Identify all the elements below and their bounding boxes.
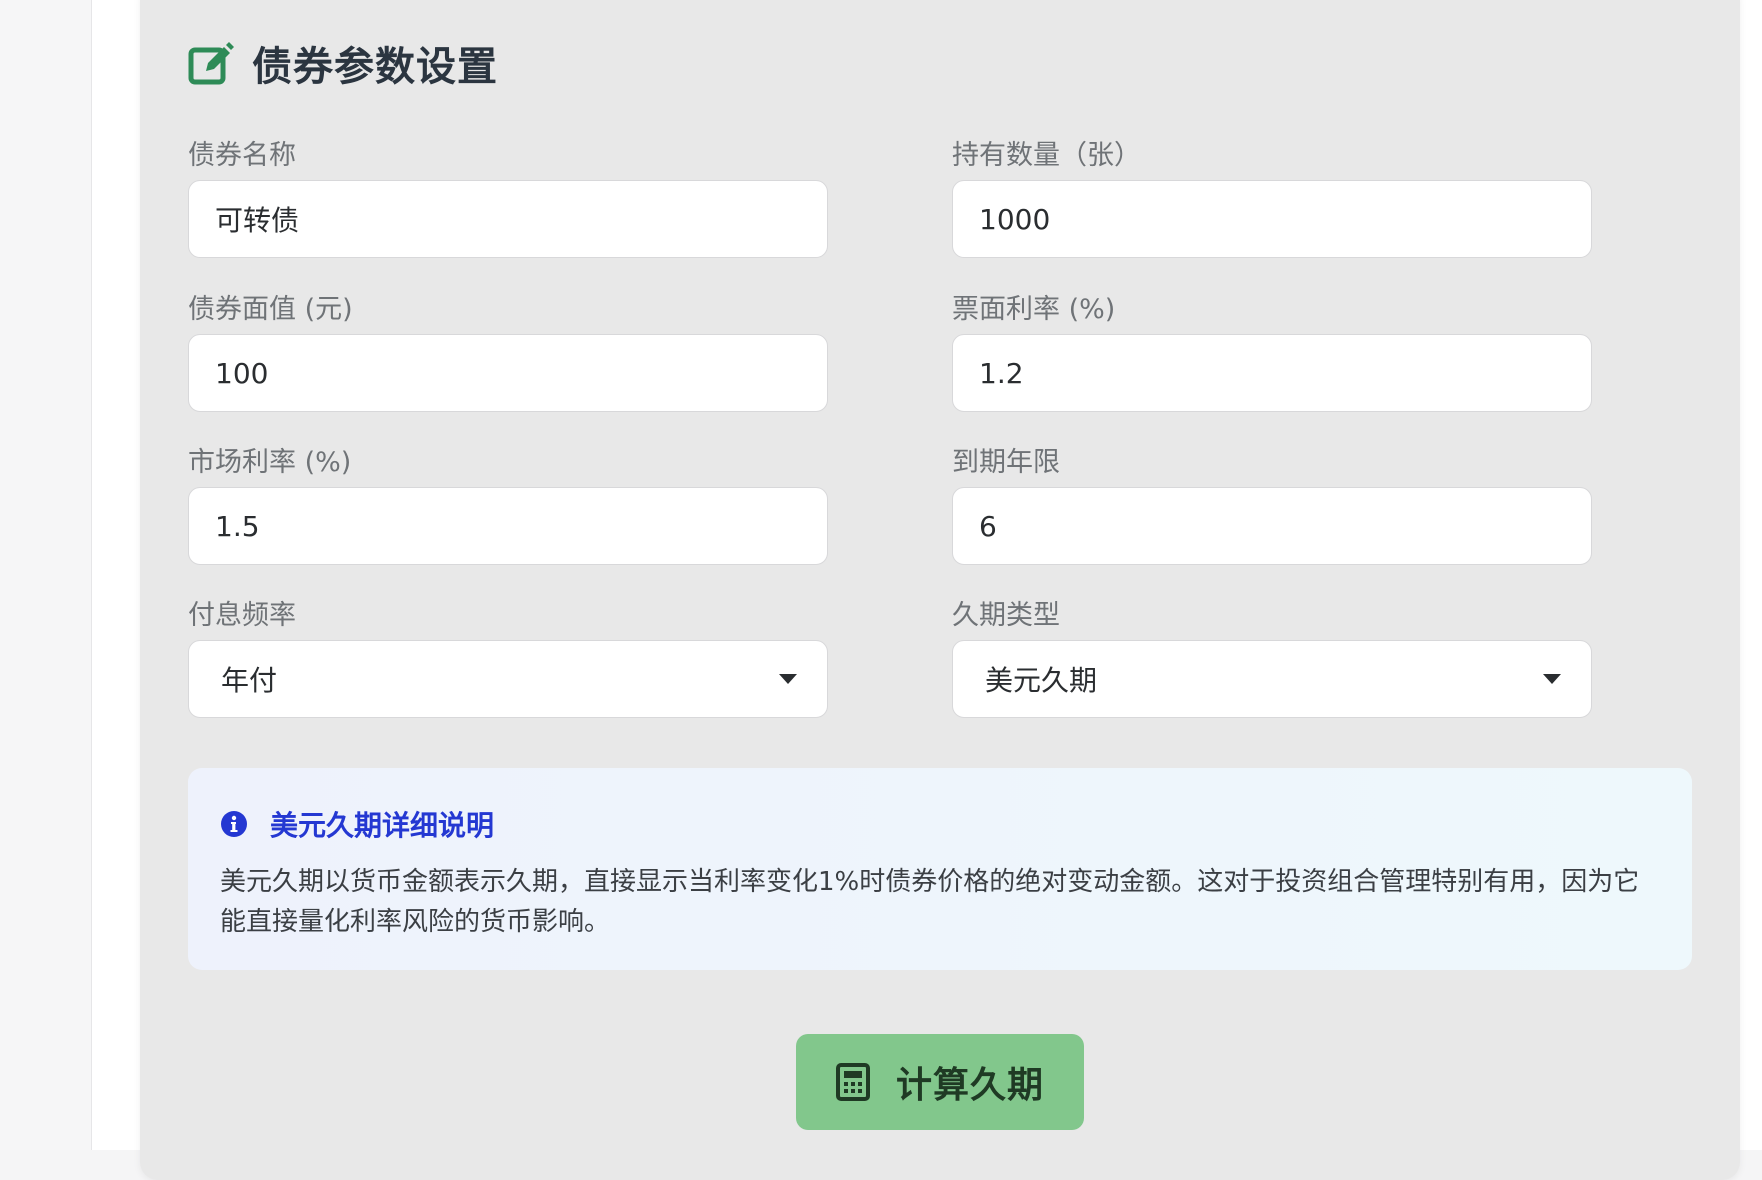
coupon-rate-value: 1.2 [979, 356, 1024, 390]
maturity-field-group: 到期年限 6 [952, 443, 1592, 565]
quantity-field-group: 持有数量（张） 1000 [952, 136, 1592, 258]
edit-icon [188, 42, 234, 85]
payment-frequency-selected: 年付 [221, 664, 278, 697]
caret-down-icon [1543, 674, 1561, 684]
duration-type-field-group: 久期类型 美元久期 [952, 596, 1592, 718]
maturity-label: 到期年限 [952, 447, 1060, 478]
maturity-value: 6 [979, 509, 997, 543]
coupon-rate-field-group: 票面利率 (%) 1.2 [952, 290, 1592, 412]
duration-type-label: 久期类型 [952, 600, 1060, 631]
card-header: 债券参数设置 [188, 38, 498, 90]
info-description: 美元久期以货币金额表示久期，直接显示当利率变化1%时债券价格的绝对变动金额。这对… [220, 867, 1640, 937]
market-rate-label: 市场利率 (%) [188, 447, 352, 478]
coupon-rate-input[interactable]: 1.2 [952, 334, 1592, 412]
quantity-value: 1000 [979, 202, 1051, 236]
caret-down-icon [779, 674, 797, 684]
quantity-input[interactable]: 1000 [952, 180, 1592, 258]
card-title: 债券参数设置 [252, 44, 498, 90]
face-value-input[interactable]: 100 [188, 334, 828, 412]
face-value-field-group: 债券面值 (元) 100 [188, 290, 828, 412]
market-rate-value: 1.5 [215, 509, 260, 543]
info-icon [221, 811, 247, 837]
bond-name-value: 可转债 [215, 204, 300, 237]
duration-info-box: 美元久期详细说明 美元久期以货币金额表示久期，直接显示当利率变化1%时债券价格的… [188, 768, 1692, 970]
face-value-label: 债券面值 (元) [188, 294, 353, 325]
duration-type-select[interactable]: 美元久期 [952, 640, 1592, 718]
bond-name-input[interactable]: 可转债 [188, 180, 828, 258]
maturity-input[interactable]: 6 [952, 487, 1592, 565]
payment-frequency-field-group: 付息频率 年付 [188, 596, 828, 718]
duration-type-selected: 美元久期 [985, 664, 1098, 697]
market-rate-input[interactable]: 1.5 [188, 487, 828, 565]
calculate-duration-label: 计算久期 [895, 1064, 1044, 1105]
bond-name-field-group: 债券名称 可转债 [188, 136, 828, 258]
calculate-duration-button[interactable]: 计算久期 [796, 1034, 1084, 1130]
market-rate-field-group: 市场利率 (%) 1.5 [188, 443, 828, 565]
bond-name-label: 债券名称 [188, 140, 296, 171]
info-title: 美元久期详细说明 [270, 809, 495, 842]
left-sidebar-gutter [0, 0, 92, 1150]
payment-frequency-select[interactable]: 年付 [188, 640, 828, 718]
coupon-rate-label: 票面利率 (%) [952, 294, 1116, 325]
info-header: 美元久期详细说明 [220, 804, 1662, 844]
calculator-icon [835, 1063, 870, 1101]
face-value-value: 100 [215, 356, 269, 390]
quantity-label: 持有数量（张） [952, 140, 1141, 171]
payment-frequency-label: 付息频率 [188, 600, 296, 631]
